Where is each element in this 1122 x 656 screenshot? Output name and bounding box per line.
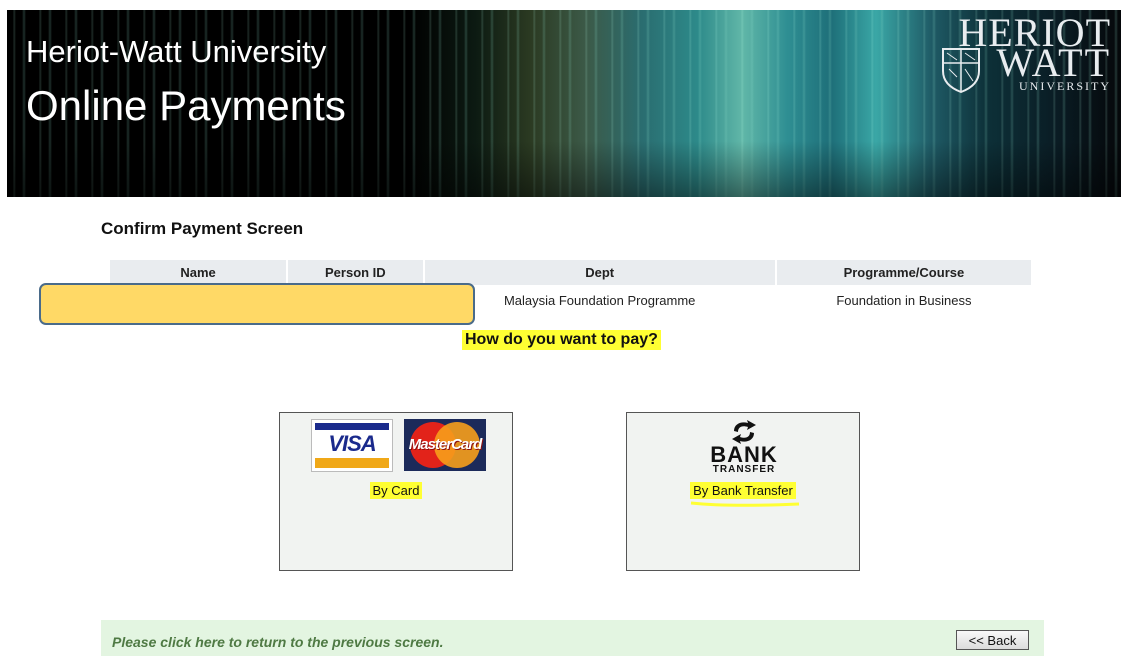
table-header-row: Name Person ID Dept Programme/Course [110,260,1031,285]
visa-logo-icon: VISA [311,419,393,472]
bank-logo-word: BANK [710,442,778,467]
pay-by-bank-transfer-button[interactable]: BANK TRANSFER By Bank Transfer [626,412,860,571]
back-button[interactable]: << Back [956,630,1029,650]
visa-logo-text: VISA [328,431,376,456]
header-person-id: Person ID [288,260,423,285]
redaction-box [39,283,475,325]
cell-programme: Foundation in Business [776,287,1031,313]
page-title: Online Payments [26,82,346,129]
university-name: Heriot-Watt University [26,34,327,69]
bank-logo-sub: TRANSFER [712,464,776,475]
header-programme: Programme/Course [776,260,1031,285]
pay-by-card-label[interactable]: By Card [369,482,423,499]
cell-dept: Malaysia Foundation Programme [424,287,775,313]
logo-line-2: WATT [996,40,1111,85]
logo-line-3: UNIVERSITY [1019,79,1111,93]
return-link[interactable]: Please click here to return to the previ… [112,634,443,650]
university-logo: HERIOT WATT UNIVERSITY [941,13,1111,98]
header-name: Name [110,260,287,285]
pay-by-bank-transfer-label[interactable]: By Bank Transfer [690,482,796,499]
bank-transfer-logo-icon: BANK TRANSFER [701,419,787,475]
payment-question: How do you want to pay? [462,330,661,350]
confirm-heading: Confirm Payment Screen [101,219,304,238]
footer-bar: Please click here to return to the previ… [101,620,1044,656]
pay-by-card-button[interactable]: VISA MasterCard By Card [279,412,513,571]
mastercard-logo-text: MasterCard [408,436,483,453]
underline-annotation [690,501,800,507]
header-dept: Dept [424,260,775,285]
header-banner: Heriot-Watt University Online Payments H… [7,10,1121,197]
mastercard-logo-icon: MasterCard [404,419,486,471]
